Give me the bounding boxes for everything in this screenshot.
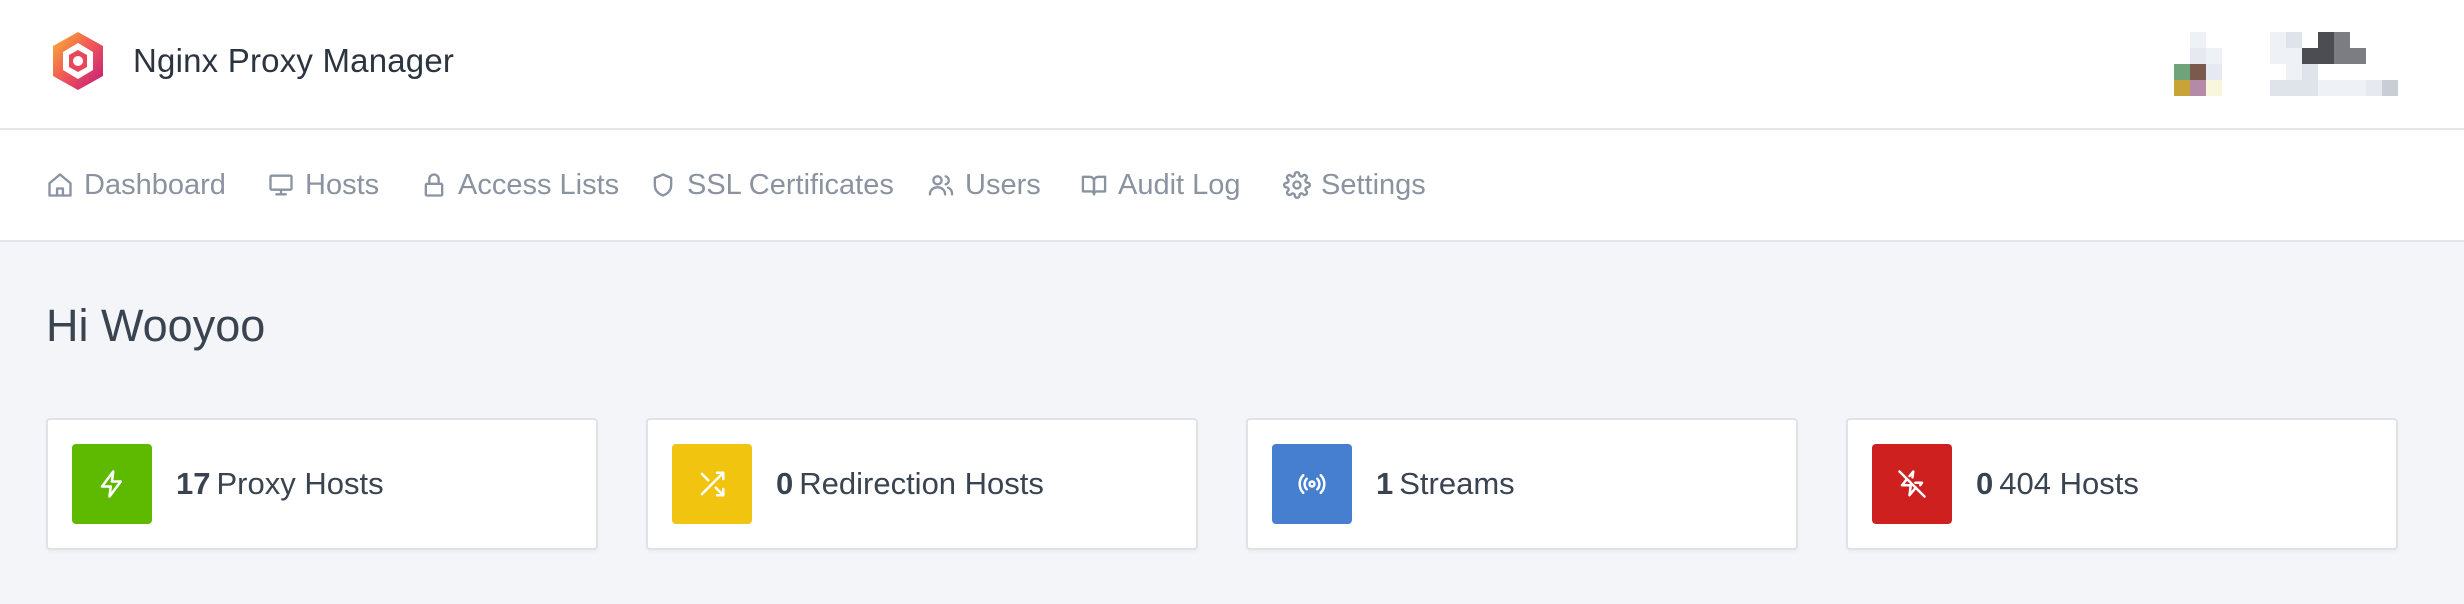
stat-count: 1 [1376, 466, 1394, 501]
stat-count: 0 [1976, 466, 1994, 501]
nav-item-label: Users [965, 168, 1041, 201]
nginx-proxy-manager-logo [53, 32, 103, 90]
nav-item-hosts[interactable]: Hosts [267, 130, 379, 240]
stat-card-proxy-hosts[interactable]: 17 Proxy Hosts [46, 418, 598, 550]
stat-card-redirection-hosts[interactable]: 0 Redirection Hosts [646, 418, 1198, 550]
nav-item-audit-log[interactable]: Audit Log [1080, 130, 1241, 240]
stat-card-text: 0 404 Hosts [1976, 466, 2139, 502]
nav-item-label: Audit Log [1118, 168, 1241, 201]
stat-card-text: 0 Redirection Hosts [776, 466, 1044, 502]
stat-card-icon-box [1272, 444, 1352, 524]
nav-item-users[interactable]: Users [927, 130, 1041, 240]
stat-card-text: 17 Proxy Hosts [176, 466, 384, 502]
stat-label: Proxy Hosts [216, 466, 384, 501]
nav-item-label: SSL Certificates [687, 168, 894, 201]
nav-item-dashboard[interactable]: Dashboard [46, 130, 226, 240]
page-title: Hi Wooyoo [46, 300, 266, 351]
stat-label: Streams [1399, 466, 1515, 501]
main-nav: Dashboard Hosts Access Lists SSL Certifi… [0, 130, 2464, 242]
zap-off-icon [1898, 470, 1926, 498]
stat-card-text: 1 Streams [1376, 466, 1515, 502]
nav-item-ssl-certificates[interactable]: SSL Certificates [649, 130, 894, 240]
stat-count: 0 [776, 466, 794, 501]
nav-item-label: Dashboard [84, 168, 226, 201]
stat-card-icon-box [72, 444, 152, 524]
monitor-icon [269, 174, 293, 196]
stat-label: Redirection Hosts [799, 466, 1044, 501]
stat-count: 17 [176, 466, 211, 501]
app-title: Nginx Proxy Manager [133, 42, 455, 79]
stat-card-404-hosts[interactable]: 0 404 Hosts [1846, 418, 2398, 550]
brand[interactable]: Nginx Proxy Manager [47, 30, 454, 92]
lock-icon [424, 173, 444, 197]
stat-card-icon-box [672, 444, 752, 524]
zap-icon [100, 470, 122, 498]
book-icon [1081, 175, 1107, 196]
users-icon [928, 175, 954, 196]
nav-item-access-lists[interactable]: Access Lists [420, 130, 619, 240]
app-header: Nginx Proxy Manager [0, 0, 2464, 130]
shuffle-icon [700, 471, 725, 497]
radio-icon [1298, 474, 1326, 494]
nav-item-label: Settings [1321, 168, 1426, 201]
shield-icon [653, 173, 673, 197]
nav-item-label: Hosts [305, 168, 380, 201]
nav-item-label: Access Lists [458, 168, 620, 201]
stat-label: 404 Hosts [1999, 466, 2139, 501]
stat-card-icon-box [1872, 444, 1952, 524]
stat-card-streams[interactable]: 1 Streams [1246, 418, 1798, 550]
nav-item-settings[interactable]: Settings [1283, 130, 1426, 240]
user-avatar[interactable] [2174, 32, 2398, 96]
gear-icon [1283, 171, 1311, 199]
home-icon [48, 173, 72, 197]
